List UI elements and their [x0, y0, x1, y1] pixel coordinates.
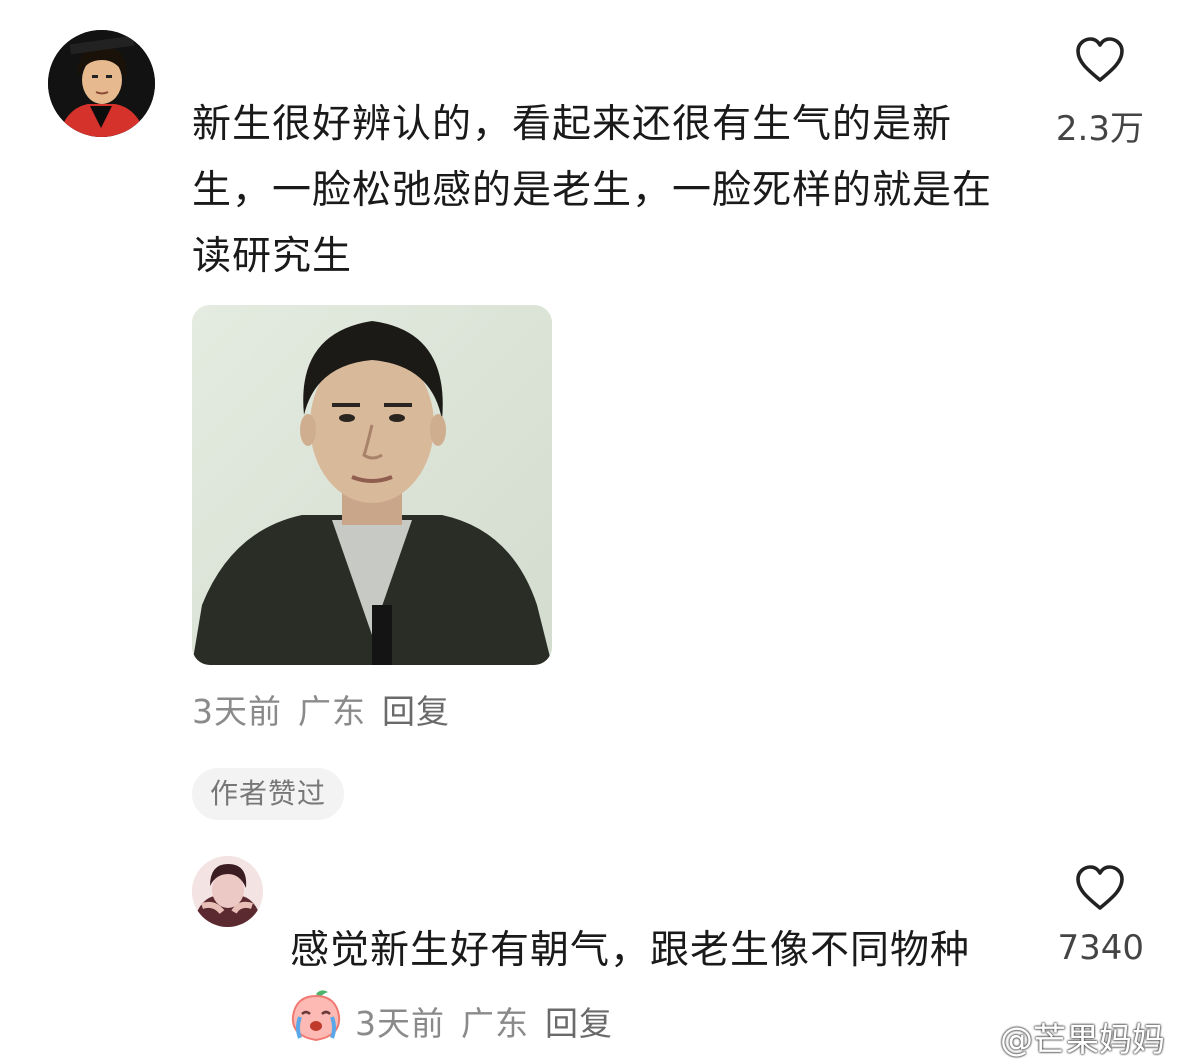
watermark-text: @芒果妈妈 [1000, 1020, 1165, 1059]
comment-meta: 3天前 广东 回复 [192, 685, 466, 733]
reply-button[interactable]: 回复 [382, 692, 450, 731]
comment-time: 3天前 [355, 1004, 445, 1043]
author-liked-badge: 作者赞过 [192, 768, 345, 820]
avatar-illustration [48, 30, 155, 137]
avatar-comment-2[interactable] [192, 856, 263, 927]
like-count: 7340 [1057, 928, 1144, 968]
comment-image[interactable] [192, 305, 552, 665]
comment-time: 3天前 [192, 692, 282, 731]
like-count: 2.3万 [1055, 109, 1144, 149]
comment-meta: 3天前 广东 回复 [355, 997, 629, 1045]
weibo-logo-icon [952, 1029, 994, 1058]
comment-location: 广东 [298, 692, 366, 731]
comment-text: 新生很好辨认的，看起来还很有生气的是新生，一脸松弛感的是老生，一脸死样的就是在读… [192, 102, 993, 279]
comment-text: 感觉新生好有朝气，跟老生像不同物种 [290, 928, 971, 973]
photo-man-portrait [192, 305, 552, 665]
avatar-illustration [192, 856, 263, 927]
watermark: @芒果妈妈 [952, 1013, 1165, 1061]
crying-peach-emoji-icon [291, 990, 341, 1042]
avatar-comment-1[interactable] [48, 30, 155, 137]
heart-outline-icon[interactable] [1074, 864, 1126, 912]
reply-button[interactable]: 回复 [545, 1004, 613, 1043]
heart-outline-icon[interactable] [1074, 36, 1126, 84]
comment-location: 广东 [461, 1004, 529, 1043]
